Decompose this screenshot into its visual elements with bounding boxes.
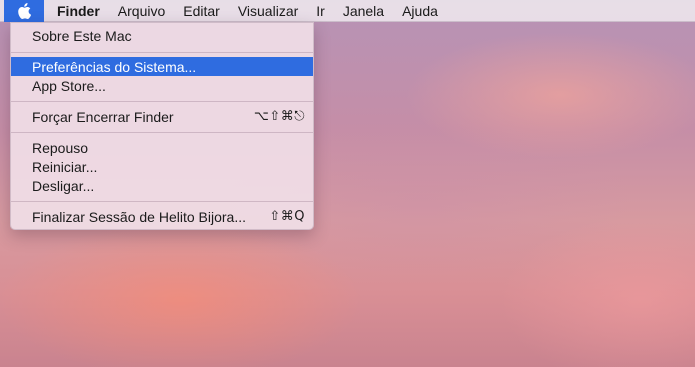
menu-item-system-preferences[interactable]: Preferências do Sistema... — [11, 57, 313, 76]
menu-ajuda[interactable]: Ajuda — [393, 0, 447, 22]
menu-ir[interactable]: Ir — [307, 0, 334, 22]
apple-menu-button[interactable] — [4, 0, 44, 22]
apple-menu-dropdown: Sobre Este Mac Preferências do Sistema..… — [10, 22, 314, 230]
shortcut-label: ⇧⌘Q — [269, 209, 305, 224]
menu-separator — [11, 52, 313, 53]
apple-logo-icon — [18, 2, 31, 19]
menu-item-force-quit[interactable]: Forçar Encerrar Finder ⌥⇧⌘⎋ — [11, 107, 313, 126]
menu-item-label: Finalizar Sessão de Helito Bijora... — [32, 208, 246, 225]
menu-item-label: Forçar Encerrar Finder — [32, 108, 174, 125]
shortcut-label: ⌥⇧⌘⎋ — [253, 109, 305, 124]
menu-janela[interactable]: Janela — [334, 0, 393, 22]
menu-separator — [11, 101, 313, 102]
menu-item-log-out[interactable]: Finalizar Sessão de Helito Bijora... ⇧⌘Q — [11, 207, 313, 226]
menu-arquivo[interactable]: Arquivo — [109, 0, 174, 22]
menu-item-label: Sobre Este Mac — [32, 27, 132, 44]
menu-editar[interactable]: Editar — [174, 0, 229, 22]
menu-item-label: Repouso — [32, 139, 89, 156]
menu-item-shut-down[interactable]: Desligar... — [11, 176, 313, 195]
menu-bar: Finder Arquivo Editar Visualizar Ir Jane… — [0, 0, 695, 22]
menu-item-label: Reiniciar... — [32, 158, 98, 175]
menu-visualizar[interactable]: Visualizar — [229, 0, 307, 22]
menu-finder[interactable]: Finder — [44, 0, 109, 22]
menu-item-sleep[interactable]: Repouso — [11, 138, 313, 157]
menu-item-app-store[interactable]: App Store... — [11, 76, 313, 95]
menu-separator — [11, 201, 313, 202]
menu-item-label: Desligar... — [32, 177, 95, 194]
menu-item-restart[interactable]: Reiniciar... — [11, 157, 313, 176]
menu-item-label: Preferências do Sistema... — [32, 58, 197, 75]
menu-separator — [11, 132, 313, 133]
menu-item-label: App Store... — [32, 77, 106, 94]
menu-item-about-this-mac[interactable]: Sobre Este Mac — [11, 26, 313, 45]
